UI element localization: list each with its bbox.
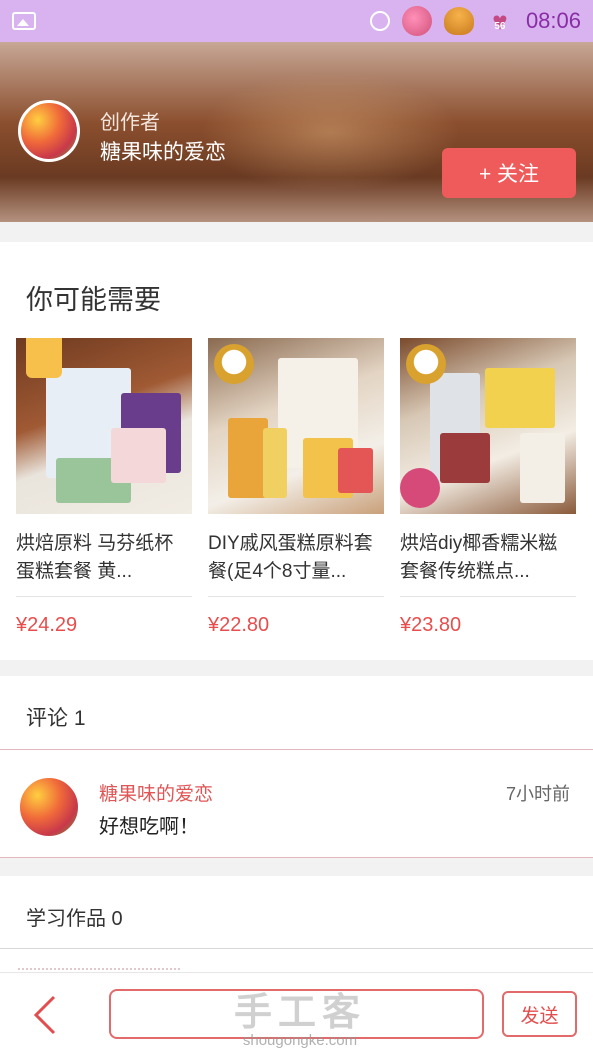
works-title[interactable]: 学习作品 0	[26, 902, 123, 931]
product-price: ¥23.80	[400, 614, 462, 636]
alarm-icon	[369, 11, 390, 31]
creator-label: 创作者	[100, 112, 160, 134]
store-badge-icon	[406, 344, 446, 384]
comments-title: 评论 1	[26, 707, 86, 730]
comment-input[interactable]	[109, 989, 484, 1039]
creator-name[interactable]: 糖果味的爱恋	[100, 136, 226, 166]
product-title: 烘焙原料 马芬纸杯蛋糕套餐 黄...	[16, 533, 174, 582]
product-card[interactable]: 烘焙原料 马芬纸杯蛋糕套餐 黄... ¥24.29	[16, 338, 192, 636]
battery-level: 56	[494, 21, 506, 32]
comments-section: 评论 1 糖果味的爱恋 7小时前 好想吃啊！	[0, 676, 593, 858]
divider	[0, 948, 593, 949]
status-bar: ♥ 56 08:06	[0, 0, 593, 42]
product-price: ¥24.29	[16, 614, 78, 636]
product-price: ¥22.80	[208, 614, 270, 636]
send-button-label: 发送	[520, 1005, 559, 1027]
store-badge-icon	[26, 338, 62, 378]
back-button[interactable]	[30, 995, 60, 1035]
product-image[interactable]	[400, 338, 576, 514]
product-image[interactable]	[16, 338, 192, 514]
divider	[400, 596, 576, 597]
dotted-divider	[18, 968, 180, 970]
divider	[0, 749, 593, 750]
product-card[interactable]: DIY戚风蛋糕原料套餐(足4个8寸量... ¥22.80	[208, 338, 384, 636]
comment-text: 好想吃啊！	[99, 816, 199, 838]
product-card[interactable]: 烘焙diy椰香糯米糍套餐传统糕点... ¥23.80	[400, 338, 576, 636]
flower-icon	[401, 6, 432, 36]
follow-button-label: + 关注	[478, 163, 540, 186]
commenter-name[interactable]: 糖果味的爱恋	[99, 779, 213, 806]
commenter-avatar[interactable]	[18, 776, 80, 838]
works-section: 学习作品 0	[0, 876, 593, 980]
bottom-bar: 手工客 shougongke.com 发送	[0, 972, 593, 1054]
follow-button[interactable]: + 关注	[442, 148, 576, 198]
recommend-section: 你可能需要 烘焙原料 马芬纸杯蛋糕套餐 黄... ¥24.29 DIY戚风蛋糕原…	[0, 242, 593, 660]
comment-time: 7小时前	[505, 784, 570, 804]
creator-avatar[interactable]	[18, 100, 80, 162]
divider	[208, 596, 384, 597]
header-background	[200, 72, 460, 192]
product-title: 烘焙diy椰香糯米糍套餐传统糕点...	[400, 533, 558, 582]
chevron-left-icon	[33, 995, 56, 1035]
mushroom-icon	[443, 7, 474, 35]
divider	[0, 857, 593, 858]
creator-header: 创作者 糖果味的爱恋 + 关注	[0, 42, 593, 222]
product-image[interactable]	[208, 338, 384, 514]
store-badge-icon	[214, 344, 254, 384]
status-time: 08:06	[525, 8, 581, 33]
send-button[interactable]: 发送	[502, 991, 577, 1037]
image-icon	[12, 12, 36, 30]
recommend-title: 你可能需要	[26, 285, 161, 315]
product-title: DIY戚风蛋糕原料套餐(足4个8寸量...	[208, 533, 373, 582]
divider	[16, 596, 192, 597]
heart-battery-icon: ♥ 56	[486, 8, 514, 34]
